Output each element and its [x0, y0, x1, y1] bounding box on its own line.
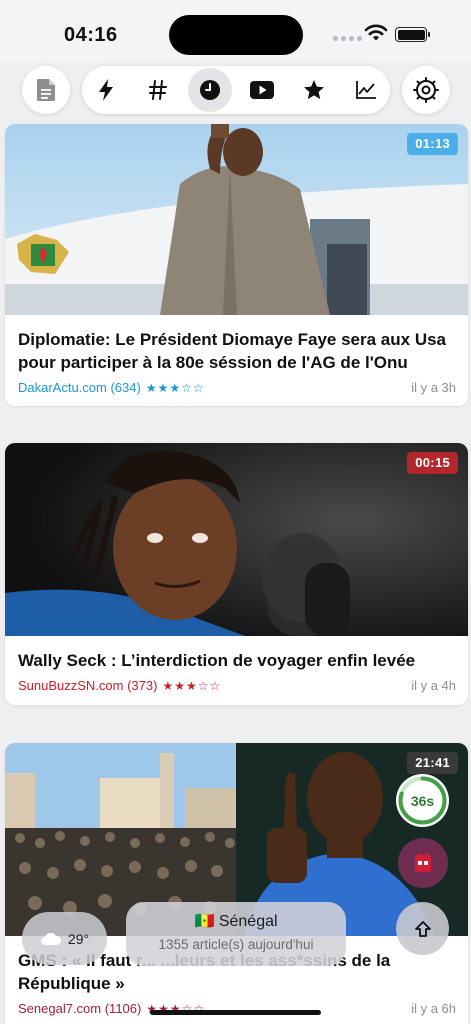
status-bar: 04:16: [0, 0, 471, 62]
category-tabs: [82, 66, 390, 114]
dynamic-island: [169, 15, 303, 55]
article-card[interactable]: 01:13 Diplomatie: Le Président Diomaye F…: [5, 124, 468, 406]
bolt-icon: [99, 79, 113, 101]
article-meta: DakarActu.com (634) ★★★☆☆ il y a 3h: [5, 374, 468, 406]
region-name: Sénégal: [218, 913, 278, 930]
article-count: 1355 article(s) aujourd'hui: [158, 937, 314, 952]
weather-temperature: 29°: [67, 930, 90, 947]
document-button[interactable]: [22, 66, 70, 114]
article-meta: SunuBuzzSN.com (373) ★★★☆☆ il y a 4h: [5, 672, 468, 705]
star-icon: [304, 80, 324, 100]
region-selector[interactable]: 🇸🇳 Sénégal 1355 article(s) aujourd'hui: [126, 902, 346, 966]
video-duration-badge: 01:13: [407, 133, 458, 155]
video-thumbnail-image: [5, 124, 468, 315]
newspaper-icon: [415, 853, 431, 872]
scroll-to-top-button[interactable]: [396, 902, 449, 955]
article-title[interactable]: Diplomatie: Le Président Diomaye Faye se…: [5, 315, 468, 374]
article-source[interactable]: SunuBuzzSN.com (373): [18, 678, 157, 693]
article-thumbnail[interactable]: 01:13: [5, 124, 468, 315]
wifi-icon: [364, 24, 388, 41]
article-card[interactable]: 00:15 Wally Seck : L’interdiction de voy…: [5, 443, 468, 705]
news-shortcut-button[interactable]: [398, 838, 448, 888]
tab-topics[interactable]: [136, 68, 180, 112]
tab-favorites[interactable]: [292, 68, 336, 112]
flag-icon: 🇸🇳: [194, 913, 215, 930]
home-indicator: [150, 1010, 321, 1015]
clock-icon: [200, 80, 220, 100]
rating-stars: ★★★☆☆: [145, 380, 205, 395]
top-toolbar: [0, 66, 471, 114]
weather-widget[interactable]: 29°: [22, 912, 107, 965]
article-title[interactable]: Wally Seck : L’interdiction de voyager e…: [5, 636, 468, 672]
article-age: il y a 4h: [411, 678, 456, 693]
tab-recent[interactable]: [188, 68, 232, 112]
play-icon: [250, 81, 274, 99]
video-duration-badge: 21:41: [407, 752, 458, 774]
cellular-signal-icon: [333, 36, 362, 41]
tab-trending[interactable]: [344, 68, 388, 112]
article-source[interactable]: DakarActu.com (634): [18, 380, 141, 395]
hashtag-icon: [149, 80, 167, 100]
cloud-icon: [40, 932, 61, 945]
settings-button[interactable]: [402, 66, 450, 114]
article-age: il y a 6h: [411, 1001, 456, 1016]
article-age: il y a 3h: [411, 380, 456, 395]
battery-icon: [395, 27, 430, 42]
arrow-up-icon: [414, 920, 431, 937]
video-thumbnail-image: [5, 443, 468, 636]
tab-latest[interactable]: [84, 68, 128, 112]
article-thumbnail[interactable]: 00:15: [5, 443, 468, 636]
document-icon: [37, 79, 55, 101]
rating-stars: ★★★☆☆: [162, 678, 222, 693]
chart-icon: [356, 81, 376, 99]
tab-videos[interactable]: [240, 68, 284, 112]
article-source[interactable]: Senegal7.com (1106): [18, 1001, 141, 1016]
video-duration-badge: 00:15: [407, 452, 458, 474]
refresh-timer[interactable]: 36s: [396, 774, 449, 827]
gear-icon: [413, 77, 439, 103]
status-time: 04:16: [64, 24, 118, 46]
timer-label: 36s: [410, 792, 435, 809]
